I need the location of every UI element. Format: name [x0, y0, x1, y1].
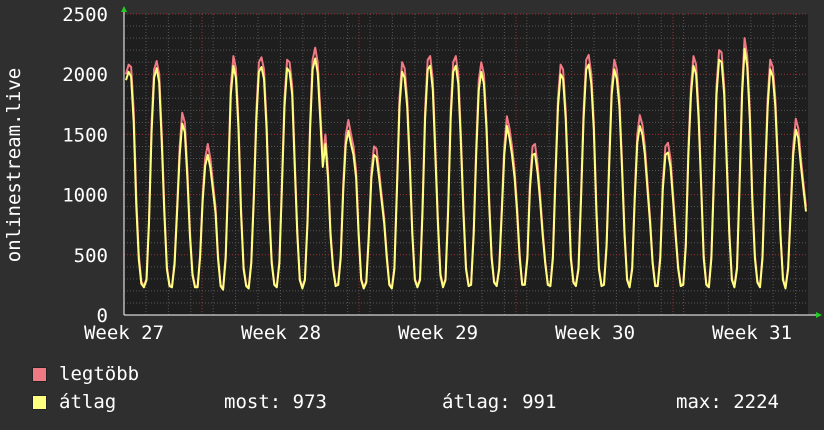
- y-tick-label: 1000: [62, 185, 108, 207]
- stat-max: max: 2224: [676, 391, 779, 413]
- legend-swatch-legtobb: [32, 366, 47, 382]
- stat-atlag: átlag: 991: [442, 391, 557, 413]
- x-tick-label: Week 27: [84, 322, 164, 344]
- legend-swatch-atlag: [32, 394, 47, 410]
- y-tick-label: 1500: [62, 124, 108, 146]
- x-tick-label: Week 31: [712, 322, 792, 344]
- legend-label-atlag: átlag: [59, 391, 117, 413]
- legend-item-legtobb: legtöbb: [32, 363, 139, 385]
- x-tick-label: Week 28: [241, 322, 321, 344]
- legend-item-atlag: átlag: [32, 391, 116, 413]
- chart-svg: 05001000150020002500Week 27 Week 28 Week 2…: [62, 4, 822, 344]
- x-tick-label: Week 30: [555, 322, 635, 344]
- y-tick-label: 2500: [62, 4, 108, 26]
- y-axis-title: onlinestream.live: [3, 67, 25, 263]
- stat-most: most: 973: [224, 391, 327, 413]
- y-tick-label: 2000: [62, 64, 108, 86]
- x-tick-label: Week 29: [398, 322, 478, 344]
- legend-label-legtobb: legtöbb: [59, 363, 140, 385]
- y-tick-label: 500: [74, 245, 108, 267]
- y-axis-arrow-icon: [121, 6, 127, 12]
- x-axis-arrow-icon: [816, 312, 822, 318]
